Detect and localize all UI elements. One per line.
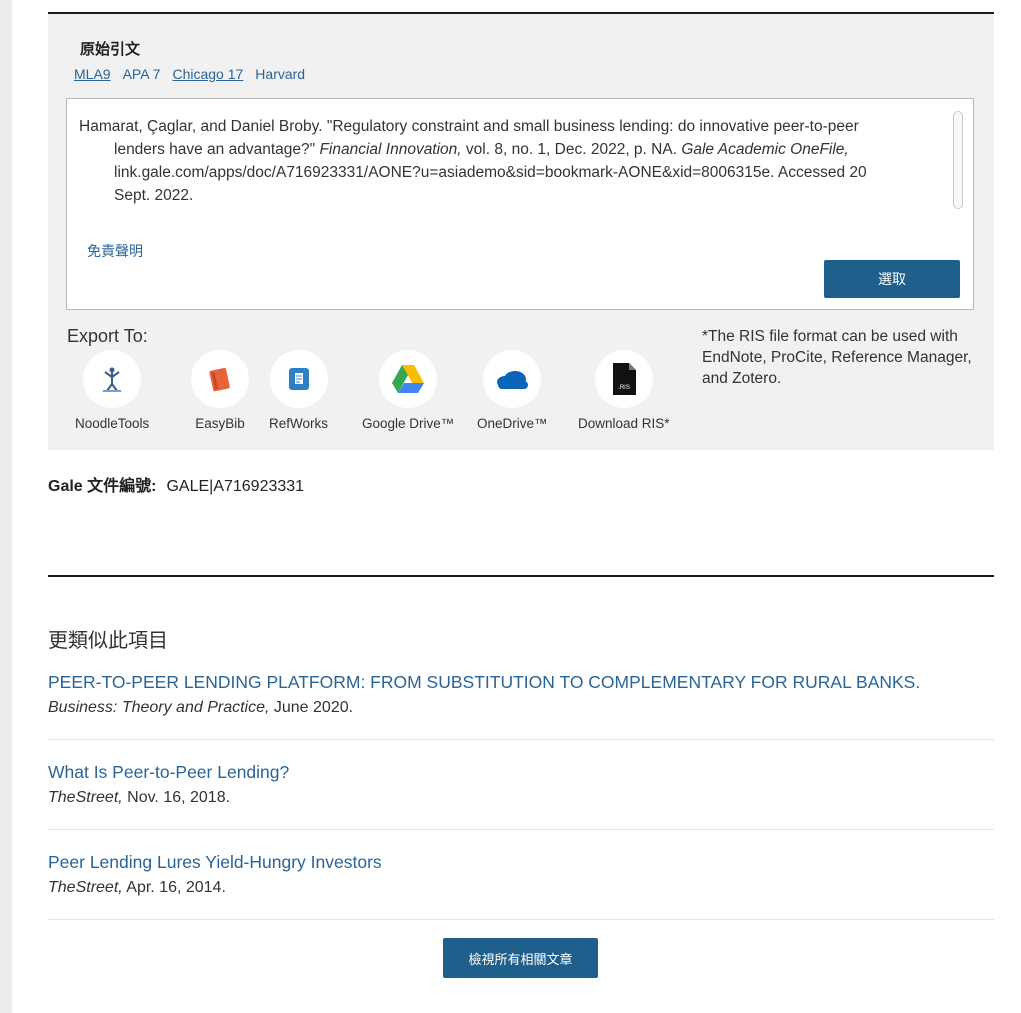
related-item-publication: TheStreet, xyxy=(48,789,123,806)
export-download-ris[interactable]: .RIS Download RIS* xyxy=(578,350,670,431)
noodletools-icon xyxy=(83,350,142,408)
related-separator xyxy=(48,829,994,830)
related-item-date: Nov. 16, 2018. xyxy=(122,789,231,806)
citation-text: Hamarat, Çaglar, and Daniel Broby. "Regu… xyxy=(79,115,899,207)
citation-heading: 原始引文 xyxy=(80,41,141,58)
export-name: EasyBib xyxy=(195,416,245,431)
citation-database: Gale Academic OneFile, xyxy=(681,141,849,158)
related-item-source: TheStreet, Nov. 16, 2018. xyxy=(48,789,994,807)
export-onedrive[interactable]: OneDrive™ xyxy=(477,350,548,431)
related-item-publication: Business: Theory and Practice, xyxy=(48,699,270,716)
export-easybib[interactable]: EasyBib xyxy=(191,350,249,431)
citation-volume: vol. 8, no. 1, Dec. 2022, p. NA. xyxy=(461,141,682,158)
related-separator xyxy=(48,919,994,920)
related-item-title[interactable]: PEER-TO-PEER LENDING PLATFORM: FROM SUBS… xyxy=(48,672,994,693)
select-button[interactable]: 選取 xyxy=(824,260,960,298)
export-name: RefWorks xyxy=(269,416,329,431)
export-name: Google Drive™ xyxy=(362,416,455,431)
export-name: NoodleTools xyxy=(75,416,150,431)
related-item-source: Business: Theory and Practice, June 2020… xyxy=(48,699,994,717)
view-all-related-button[interactable]: 檢視所有相關文章 xyxy=(443,938,598,978)
easybib-icon xyxy=(191,350,249,408)
style-tab-chicago17[interactable]: Chicago 17 xyxy=(172,66,243,82)
refworks-icon xyxy=(269,350,328,408)
section-divider xyxy=(48,575,994,577)
related-separator xyxy=(48,739,994,740)
related-item: Peer Lending Lures Yield-Hungry Investor… xyxy=(48,852,994,897)
citation-box[interactable]: Hamarat, Çaglar, and Daniel Broby. "Regu… xyxy=(66,98,974,310)
citation-panel: 原始引文 MLA9 APA 7 Chicago 17 Harvard Hamar… xyxy=(48,14,994,450)
gale-document-label: Gale 文件編號: xyxy=(48,478,157,495)
export-label: Export To: xyxy=(67,326,148,346)
disclaimer-link[interactable]: 免責聲明 xyxy=(87,241,143,261)
svg-text:.RIS: .RIS xyxy=(618,385,630,391)
export-name: OneDrive™ xyxy=(477,416,548,431)
ris-note: *The RIS file format can be used with En… xyxy=(702,328,972,387)
export-name: Download RIS* xyxy=(578,416,670,431)
gale-document-value: GALE|A716923331 xyxy=(166,478,305,495)
style-tab-mla9[interactable]: MLA9 xyxy=(74,66,111,82)
style-tab-apa7[interactable]: APA 7 xyxy=(123,66,161,82)
google-drive-icon xyxy=(379,350,438,408)
related-item-publication: TheStreet, xyxy=(48,879,123,896)
gale-document-number: Gale 文件編號: GALE|A716923331 xyxy=(48,472,304,496)
page: 原始引文 MLA9 APA 7 Chicago 17 Harvard Hamar… xyxy=(12,0,1021,1013)
citation-scrollbar[interactable] xyxy=(953,111,963,209)
citation-journal: Financial Innovation, xyxy=(319,141,462,158)
related-item: What Is Peer-to-Peer Lending? TheStreet,… xyxy=(48,762,994,807)
style-tab-harvard[interactable]: Harvard xyxy=(255,66,305,82)
export-refworks[interactable]: RefWorks xyxy=(269,350,328,431)
citation-link-accessed: link.gale.com/apps/doc/A716923331/AONE?u… xyxy=(114,164,867,204)
related-item-date: June 2020. xyxy=(269,699,354,716)
related-item-title[interactable]: What Is Peer-to-Peer Lending? xyxy=(48,762,994,783)
export-google-drive[interactable]: Google Drive™ xyxy=(362,350,454,431)
onedrive-icon xyxy=(483,350,542,408)
related-item-title[interactable]: Peer Lending Lures Yield-Hungry Investor… xyxy=(48,852,994,873)
related-item-date: Apr. 16, 2014. xyxy=(122,879,226,896)
export-noodletools[interactable]: NoodleTools xyxy=(75,350,149,431)
related-item-source: TheStreet, Apr. 16, 2014. xyxy=(48,879,994,897)
more-like-this-heading: 更類似此項目 xyxy=(48,630,168,652)
ris-file-icon: .RIS xyxy=(594,350,653,408)
citation-style-tabs: MLA9 APA 7 Chicago 17 Harvard xyxy=(74,66,317,82)
related-item: PEER-TO-PEER LENDING PLATFORM: FROM SUBS… xyxy=(48,672,994,717)
